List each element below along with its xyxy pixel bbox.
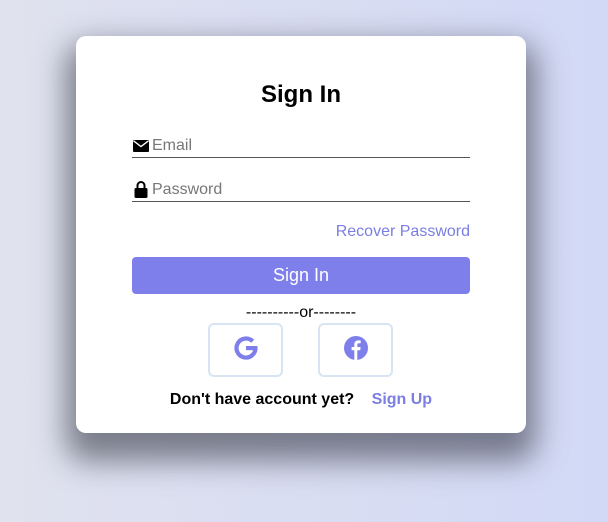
google-sign-in-button[interactable] [208, 323, 283, 377]
email-field[interactable] [152, 134, 452, 157]
recover-password-link[interactable]: Recover Password [336, 223, 470, 241]
sign-up-prompt: Don't have account yet? Sign Up [76, 391, 526, 409]
lock-icon [132, 181, 149, 198]
facebook-sign-in-button[interactable] [318, 323, 393, 377]
no-account-text: Don't have account yet? [169, 391, 355, 408]
sign-up-link[interactable]: Sign Up [372, 391, 432, 408]
or-divider: ----------or-------- [245, 304, 357, 321]
page-title: Sign In [261, 81, 341, 108]
password-field-wrapper [132, 178, 470, 202]
sign-in-button[interactable]: Sign In [132, 257, 470, 294]
email-field-wrapper [132, 134, 470, 158]
password-field[interactable] [152, 178, 452, 201]
sign-in-card: Sign In Recover Password Sign In -------… [76, 36, 526, 433]
envelope-icon [132, 137, 149, 154]
facebook-icon [343, 335, 369, 366]
google-icon [233, 335, 259, 366]
